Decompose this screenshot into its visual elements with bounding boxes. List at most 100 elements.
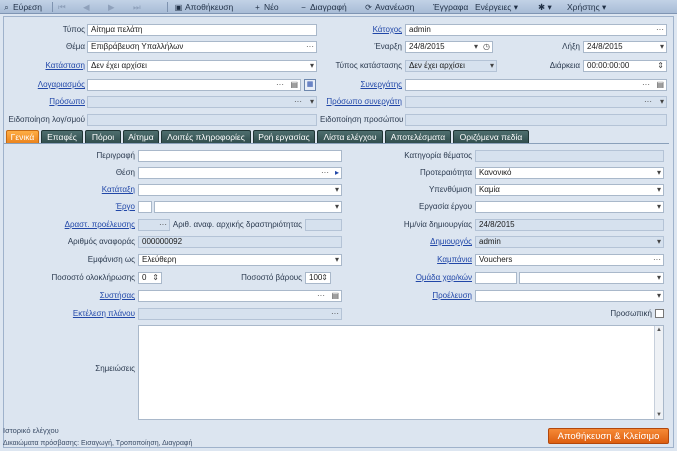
- delete-button[interactable]: − Διαγραφή: [299, 1, 347, 13]
- recommendation-link[interactable]: Συστήσας: [0, 290, 135, 301]
- plan-field[interactable]: ···: [138, 308, 342, 320]
- documents-button[interactable]: Έγγραφα: [433, 1, 468, 13]
- project-code-field[interactable]: [138, 201, 152, 213]
- scroll-down-icon[interactable]: ▼: [655, 411, 663, 419]
- start-date-field[interactable]: 24/8/2015 ▾ ◷: [405, 41, 493, 53]
- prev-record-button[interactable]: ◀: [83, 1, 90, 13]
- clock-icon[interactable]: ◷: [483, 42, 490, 52]
- tab-results[interactable]: Αποτελέσματα: [385, 130, 451, 144]
- chevron-down-icon: ▾: [473, 42, 478, 51]
- more-icon[interactable]: ···: [642, 80, 650, 90]
- user-menu[interactable]: Χρήστης ▾: [567, 1, 606, 13]
- predecessor-link[interactable]: Δραστ. προέλευσης: [0, 219, 135, 230]
- tab-checklist[interactable]: Λίστα ελέγχου: [317, 130, 383, 144]
- more-icon[interactable]: ···: [656, 25, 664, 35]
- predecessor-field[interactable]: ···: [138, 219, 170, 231]
- tab-workflow[interactable]: Ροή εργασίας: [253, 130, 315, 144]
- owner-field[interactable]: admin ···: [405, 24, 667, 36]
- subject-field[interactable]: Επιβράβευση Υπαλλήλων ···: [87, 41, 317, 53]
- start-label: Έναρξη: [374, 42, 402, 51]
- plan-link[interactable]: Εκτέλεση πλάνου: [0, 308, 135, 319]
- actions-menu[interactable]: Ενέργειες ▾: [475, 1, 518, 13]
- more-icon[interactable]: ···: [321, 168, 329, 178]
- save-close-button[interactable]: Αποθήκευση & Κλείσιμο: [548, 428, 669, 444]
- weight-stepper[interactable]: 100 ⇕: [305, 272, 331, 284]
- status-select[interactable]: Δεν έχει αρχίσει ▾: [87, 60, 317, 72]
- end-label: Λήξη: [562, 42, 580, 51]
- more-icon[interactable]: ···: [276, 80, 284, 90]
- notes-textarea[interactable]: ▲ ▼: [138, 325, 664, 420]
- more-icon[interactable]: ···: [306, 42, 314, 52]
- tab-contacts[interactable]: Επαφές: [41, 130, 83, 144]
- card-icon[interactable]: ▤: [656, 80, 664, 90]
- more-icon[interactable]: ···: [644, 97, 652, 107]
- refresh-button[interactable]: ⟳ Ανανέωση: [364, 1, 414, 13]
- scrollbar[interactable]: ▲ ▼: [654, 326, 663, 419]
- owner-link[interactable]: Κάτοχος: [320, 24, 402, 35]
- next-record-button[interactable]: ▶: [108, 1, 115, 13]
- private-checkbox[interactable]: [655, 309, 664, 318]
- partner-link[interactable]: Συνεργάτης: [320, 79, 402, 90]
- arrow-right-icon[interactable]: ▸: [335, 168, 339, 178]
- campaign-link[interactable]: Καμπάνια: [350, 254, 472, 265]
- first-record-button[interactable]: ⏮: [58, 1, 66, 13]
- tab-resources[interactable]: Πόροι: [85, 130, 121, 144]
- tab-custom-fields[interactable]: Οριζόμενα πεδία: [453, 130, 529, 144]
- partner-contact-link[interactable]: Πρόσωπο συνεργάτη: [320, 96, 402, 107]
- tab-general[interactable]: Γενικά: [6, 130, 39, 144]
- more-icon[interactable]: ···: [159, 220, 167, 230]
- stepper-icon[interactable]: ⇕: [321, 273, 328, 283]
- recommendation-field[interactable]: ··· ▤: [138, 290, 342, 302]
- classification-select[interactable]: ▾: [138, 184, 342, 196]
- settings-menu[interactable]: ✱ ▾: [538, 1, 552, 13]
- stepper-icon[interactable]: ⇕: [152, 273, 159, 283]
- scroll-up-icon[interactable]: ▲: [655, 326, 663, 334]
- save-button[interactable]: ▣ Αποθήκευση: [174, 1, 234, 13]
- toolbar-separator: [52, 2, 53, 12]
- origin-link[interactable]: Προέλευση: [350, 290, 472, 301]
- description-field[interactable]: [138, 150, 342, 162]
- account-field[interactable]: ··· ▤: [87, 79, 301, 91]
- more-icon[interactable]: ···: [331, 309, 339, 319]
- origin-select[interactable]: ▾: [475, 290, 664, 302]
- more-icon[interactable]: ···: [653, 255, 661, 265]
- notify-account-field: [87, 114, 317, 126]
- type-field[interactable]: Αίτημα πελάτη: [87, 24, 317, 36]
- display-as-select[interactable]: Ελεύθερη ▾: [138, 254, 342, 266]
- contact-field[interactable]: ··· ▾: [87, 96, 317, 108]
- search-icon: ⌕: [4, 3, 9, 12]
- plus-icon: +: [255, 3, 260, 12]
- status-link[interactable]: Κατάσταση: [0, 60, 85, 71]
- more-icon[interactable]: ···: [317, 291, 325, 301]
- calendar-icon[interactable]: ▦: [304, 79, 316, 91]
- contact-link[interactable]: Πρόσωπο: [0, 96, 85, 107]
- campaign-field[interactable]: Vouchers ···: [475, 254, 664, 266]
- tab-request[interactable]: Αίτημα: [123, 130, 159, 144]
- new-button[interactable]: + Νέο: [253, 1, 279, 13]
- card-icon[interactable]: ▤: [290, 80, 298, 90]
- char-group-code-field[interactable]: [475, 272, 517, 284]
- project-link[interactable]: Έργο: [0, 201, 135, 212]
- end-date-field[interactable]: 24/8/2015 ▾: [583, 41, 667, 53]
- completion-stepper[interactable]: 0 ⇕: [138, 272, 162, 284]
- classification-link[interactable]: Κατάταξη: [0, 184, 135, 195]
- partner-field[interactable]: ··· ▤: [405, 79, 667, 91]
- duration-field[interactable]: 00:00:00:00 ⇕: [583, 60, 667, 72]
- tab-other-info[interactable]: Λοιπές πληροφορίες: [161, 130, 251, 144]
- creator-link[interactable]: Δημιουργός: [350, 236, 472, 247]
- card-icon[interactable]: ▤: [331, 291, 339, 301]
- reminder-select[interactable]: Καμία ▾: [475, 184, 664, 196]
- partner-contact-field[interactable]: ··· ▾: [405, 96, 667, 108]
- refresh-icon: ⟳: [365, 3, 372, 12]
- project-task-select[interactable]: ▾: [475, 201, 664, 213]
- project-select[interactable]: ▾: [154, 201, 342, 213]
- position-field[interactable]: ··· ▸: [138, 167, 342, 179]
- account-link[interactable]: Λογαριασμός: [0, 79, 85, 90]
- priority-select[interactable]: Κανονικό ▾: [475, 167, 664, 179]
- char-group-select[interactable]: ▾: [519, 272, 664, 284]
- last-record-button[interactable]: ⏭: [133, 1, 141, 13]
- more-icon[interactable]: ···: [294, 97, 302, 107]
- search-button[interactable]: ⌕ Εύρεση: [2, 1, 42, 13]
- stepper-icon[interactable]: ⇕: [657, 61, 664, 71]
- char-group-link[interactable]: Ομάδα χαρ/κών: [350, 272, 472, 283]
